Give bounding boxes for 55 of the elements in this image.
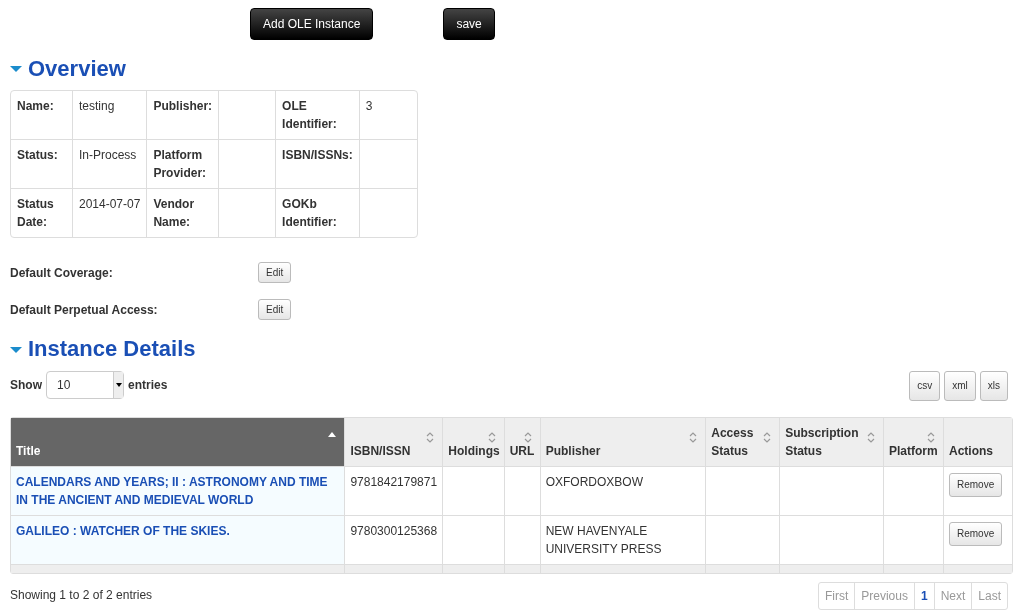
column-header[interactable]: Publisher (540, 417, 707, 467)
field-label: Status: (11, 140, 73, 190)
sort-icon (426, 431, 435, 443)
field-label: Default Coverage: (10, 264, 114, 282)
field-label: Publisher: (147, 91, 220, 141)
sort-icon (523, 431, 532, 443)
field-label: OLE Identifier: (276, 91, 360, 141)
pagination-button[interactable]: 1 (914, 582, 935, 609)
table-cell: OXFORDOXBOW (545, 474, 643, 489)
edit-button[interactable]: Edit (258, 262, 292, 284)
field-label: Name: (11, 91, 73, 141)
column-header[interactable]: ISBN/ISSN (345, 417, 444, 467)
field-value: 2014-07-07 (79, 197, 141, 212)
save-button[interactable]: save (443, 8, 495, 40)
collapse-caret-icon[interactable] (10, 66, 22, 73)
sort-icon (487, 431, 496, 443)
field-label: Platform Provider: (147, 140, 220, 190)
field-label: Default Perpetual Access: (10, 301, 159, 319)
add-instance-button[interactable]: Add OLE Instance (250, 8, 374, 40)
field-value: testing (79, 99, 115, 114)
sort-ascending-icon (328, 431, 337, 437)
export-button[interactable]: xls (979, 370, 1008, 401)
table-cell: 9780300125368 (350, 523, 438, 538)
field-value: In-Process (79, 148, 137, 163)
section-heading: Overview (28, 56, 126, 83)
export-button[interactable]: csv (909, 370, 941, 401)
column-header[interactable]: Title (11, 417, 346, 467)
sort-icon (867, 431, 875, 443)
field-value: 3 (365, 99, 373, 114)
section-heading: Instance Details (28, 336, 196, 363)
field-label: GOKb Identifier: (276, 189, 360, 238)
column-header[interactable]: Access Status (706, 417, 781, 467)
remove-button[interactable]: Remove (948, 521, 1003, 546)
column-header[interactable]: Holdings (443, 417, 505, 467)
column-header[interactable]: Subscription Status (780, 417, 884, 467)
edit-button[interactable]: Edit (258, 299, 292, 321)
remove-button[interactable]: Remove (948, 472, 1003, 497)
field-label: Vendor Name: (147, 189, 220, 238)
sort-icon (926, 431, 935, 443)
export-button[interactable]: xml (944, 370, 976, 401)
column-header[interactable]: URL (504, 417, 541, 467)
collapse-caret-icon[interactable] (10, 346, 22, 353)
field-label: Status Date: (11, 189, 73, 238)
sort-icon (689, 431, 698, 443)
column-header: Actions (943, 417, 1012, 467)
column-header[interactable]: Platform (884, 417, 944, 467)
field-label: ISBN/ISSNs: (276, 140, 360, 190)
table-cell: 9781842179871 (350, 474, 438, 489)
dropdown-caret-icon (115, 382, 122, 387)
entries-select[interactable]: 10 (46, 370, 124, 399)
entries-label: entries (128, 376, 168, 394)
table-cell: NEW HAVENYALE UNIVERSITY PRESS (545, 523, 662, 556)
entries-info: Showing 1 to 2 of 2 entries (10, 586, 153, 604)
show-label: Show (10, 376, 42, 394)
sort-icon (763, 431, 772, 443)
